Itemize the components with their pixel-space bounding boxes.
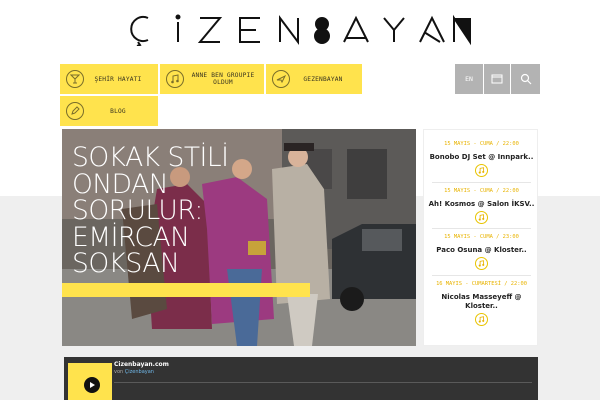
nav-item-blog[interactable]: BLOG [60,96,158,126]
nav-item-anne-ben-groupie-oldum[interactable]: ANNE BEN GROUPIE OLDUM [160,64,264,94]
language-label: EN [465,75,473,83]
audio-player: Cizenbayan.com von Çizenbayan [64,357,538,400]
music-note-icon [475,164,488,177]
nav-item-label: GEZENBAYAN [303,75,343,83]
nav-item-label: ŞEHİR HAYATI [94,75,142,83]
search-button[interactable] [511,64,540,94]
nav-item-label: BLOG [110,107,126,115]
player-author-link[interactable]: Çizenbayan [125,369,154,375]
window-button[interactable] [484,64,510,94]
event-item[interactable]: 15 MAYIS - CUMA / 22:00 Bonobo DJ Set @ … [424,136,539,182]
event-title[interactable]: Paco Osuna @ Kloster.. [427,246,536,255]
nav-item-gezenbayan[interactable]: GEZENBAYAN [266,64,362,94]
player-waveform[interactable] [114,382,532,383]
window-icon [491,74,503,84]
event-title[interactable]: Nicolas Masseyeff @ Kloster.. [427,293,536,310]
hero-feature[interactable]: SOKAK STİLİ ONDAN SORULUR: EMİRCAN SOKSA… [62,129,416,346]
event-date: 15 MAYIS - CUMA / 22:00 [444,188,519,194]
play-icon [90,382,95,388]
hero-title-line: SOKSAN [72,248,180,279]
player-source: von Çizenbayan [114,369,154,375]
music-note-icon [475,257,488,270]
logo-artwork [130,14,471,46]
event-item[interactable]: 15 MAYIS - CUMA / 22:00 Ah! Kosmos @ Sal… [424,183,539,229]
nav-item-sehir-hayati[interactable]: ŞEHİR HAYATI [60,64,158,94]
event-item[interactable]: 15 MAYIS - CUMA / 23:00 Paco Osuna @ Klo… [424,229,539,275]
hero-title-line: SOKAK STİLİ [72,142,229,173]
hero-title[interactable]: SOKAK STİLİ ONDAN SORULUR: EMİRCAN SOKSA… [72,142,312,279]
event-date: 15 MAYIS - CUMA / 23:00 [444,234,519,240]
event-date: 16 MAYIS - CUMARTESİ / 22:00 [436,281,527,287]
events-list: 15 MAYIS - CUMA / 22:00 Bonobo DJ Set @ … [423,129,538,346]
player-track-title[interactable]: Cizenbayan.com [114,361,169,368]
language-button[interactable]: EN [455,64,483,94]
player-from-prefix: von [114,369,124,375]
music-note-icon [475,211,488,224]
hero-accent-bar [62,283,310,297]
nav-item-label: ANNE BEN GROUPIE OLDUM [191,72,255,86]
event-item[interactable]: 16 MAYIS - CUMARTESİ / 22:00 Nicolas Mas… [424,276,539,336]
music-note-icon [475,313,488,326]
event-title[interactable]: Bonobo DJ Set @ Innpark.. [427,153,536,162]
site-logo[interactable] [128,14,472,46]
search-icon [520,73,531,85]
event-date: 15 MAYIS - CUMA / 22:00 [444,141,519,147]
play-button[interactable] [84,377,100,393]
player-artwork [68,363,112,400]
hero-title-line: SORULUR: [72,195,203,226]
event-title[interactable]: Ah! Kosmos @ Salon İKSV.. [427,200,536,209]
